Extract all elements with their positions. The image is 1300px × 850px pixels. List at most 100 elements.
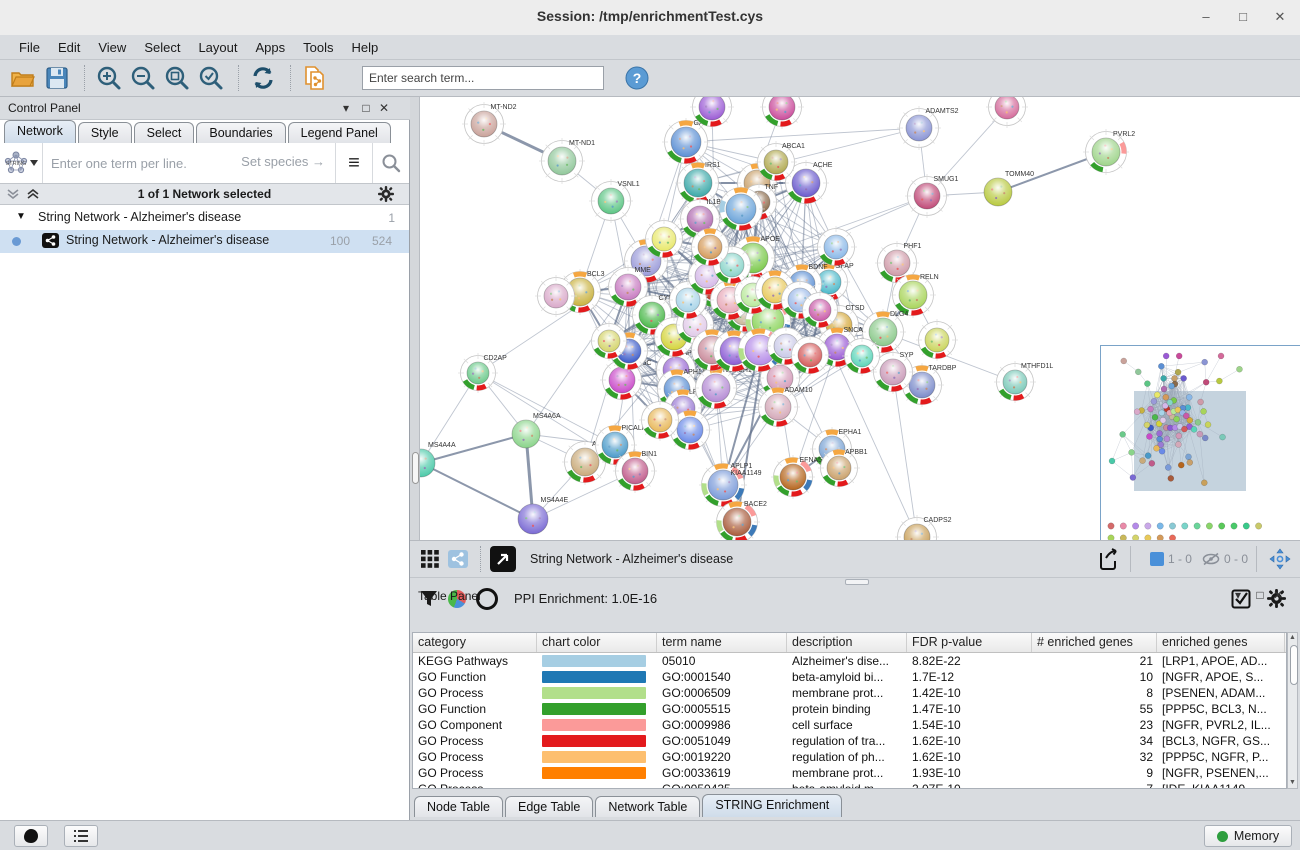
table-vertical-scrollbar[interactable]: ▲ ▼	[1287, 632, 1298, 789]
network-node[interactable]: EFNA5	[771, 455, 822, 499]
navigator-toggle-button[interactable]	[1266, 545, 1294, 573]
column-header-chart-color[interactable]: chart color	[537, 633, 657, 652]
table-row[interactable]: GO ProcessGO:0006509membrane prot...1.42…	[413, 685, 1286, 701]
protein-term-input[interactable]	[43, 155, 223, 172]
tab-network-table[interactable]: Network Table	[595, 796, 700, 817]
network-node[interactable]: MT-ND2	[462, 102, 517, 146]
scrollbar-thumb[interactable]	[1290, 645, 1298, 685]
search-input[interactable]	[362, 66, 604, 90]
table-row[interactable]: GO FunctionGO:0005515protein binding1.47…	[413, 701, 1286, 717]
float-panel-icon[interactable]: ▾	[338, 101, 354, 115]
enrichment-table[interactable]: categorychart colorterm namedescriptionF…	[412, 632, 1287, 789]
close-panel-icon[interactable]: ✕	[1270, 588, 1286, 602]
network-node[interactable]	[842, 336, 882, 376]
undock-panel-icon[interactable]: □	[1252, 588, 1268, 602]
network-collection-row[interactable]: ▼ String Network - Alzheimer's disease 1	[0, 207, 409, 230]
network-node[interactable]: ADAMTS2	[897, 106, 959, 150]
menu-apps[interactable]: Apps	[247, 37, 295, 58]
network-node[interactable]	[916, 319, 958, 361]
string-search-button[interactable]	[372, 143, 409, 183]
network-node[interactable]	[789, 334, 831, 376]
zoom-in-button[interactable]	[94, 63, 124, 93]
gear-icon[interactable]	[378, 186, 394, 202]
column-header-description[interactable]: description	[787, 633, 907, 652]
menu-file[interactable]: File	[10, 37, 49, 58]
undock-panel-icon[interactable]: □	[358, 101, 374, 115]
tab-select[interactable]: Select	[134, 122, 195, 143]
task-history-button[interactable]	[64, 825, 98, 847]
column-header-category[interactable]: category	[413, 633, 537, 652]
table-row[interactable]: GO ProcessGO:0033619membrane prot...1.93…	[413, 765, 1286, 781]
scrollbar-handle[interactable]	[412, 452, 419, 484]
string-protein-query-selector[interactable]: STRING	[0, 143, 43, 183]
grid-view-button[interactable]	[416, 545, 444, 573]
float-panel-icon[interactable]: ▾	[1230, 588, 1246, 602]
tab-network[interactable]: Network	[4, 120, 76, 143]
network-node[interactable]	[689, 226, 731, 268]
column-header-enriched-genes[interactable]: enriched genes	[1157, 633, 1285, 652]
menu-layout[interactable]: Layout	[189, 37, 246, 58]
minimize-button[interactable]: –	[1195, 9, 1217, 27]
network-node[interactable]	[589, 321, 629, 361]
network-node[interactable]: VSNL1	[589, 179, 640, 223]
menu-help[interactable]: Help	[343, 37, 388, 58]
tab-boundaries[interactable]: Boundaries	[196, 122, 285, 143]
tab-node-table[interactable]: Node Table	[414, 796, 503, 817]
network-node[interactable]	[535, 275, 577, 317]
network-node[interactable]: MS4A6A	[512, 413, 561, 448]
scroll-up-arrow[interactable]: ▲	[1288, 633, 1297, 643]
menu-edit[interactable]: Edit	[49, 37, 89, 58]
maximize-button[interactable]: □	[1232, 9, 1254, 27]
network-node[interactable]: CADPS2	[895, 515, 952, 540]
export-network-button[interactable]	[1094, 545, 1122, 573]
column-header-FDR-p-value[interactable]: FDR p-value	[907, 633, 1032, 652]
open-session-button[interactable]	[8, 63, 38, 93]
table-row[interactable]: GO ProcessGO:0050435beta-amyloid m...2.0…	[413, 781, 1286, 789]
column-header-term-name[interactable]: term name	[657, 633, 787, 652]
network-from-file-button[interactable]	[300, 63, 330, 93]
zoom-selected-button[interactable]	[196, 63, 226, 93]
table-row[interactable]: KEGG Pathways05010Alzheimer's dise...8.8…	[413, 653, 1286, 669]
network-node[interactable]: ADAM10	[756, 385, 813, 429]
table-row[interactable]: GO ProcessGO:0051049regulation of tra...…	[413, 733, 1286, 749]
network-node[interactable]	[760, 97, 804, 129]
menu-view[interactable]: View	[89, 37, 135, 58]
memory-button[interactable]: Memory	[1204, 825, 1292, 847]
table-row[interactable]: GO ProcessGO:0019220regulation of ph...1…	[413, 749, 1286, 765]
tab-edge-table[interactable]: Edge Table	[505, 796, 593, 817]
string-view-button[interactable]	[444, 545, 472, 573]
species-hint[interactable]: Set species →	[241, 154, 325, 169]
network-node[interactable]: MT-ND1	[539, 138, 595, 184]
network-node[interactable]: BIN1	[613, 449, 657, 493]
table-row[interactable]: GO FunctionGO:0001540beta-amyloid bi...1…	[413, 669, 1286, 685]
help-button[interactable]: ?	[622, 63, 652, 93]
scroll-down-arrow[interactable]: ▼	[1288, 778, 1297, 788]
zoom-out-button[interactable]	[128, 63, 158, 93]
refresh-button[interactable]	[248, 63, 278, 93]
network-node[interactable]	[800, 290, 840, 330]
close-panel-icon[interactable]: ✕	[376, 101, 392, 115]
automation-status-button[interactable]	[14, 825, 48, 847]
open-in-string-button[interactable]	[490, 546, 516, 572]
string-options-button[interactable]: ≡	[335, 143, 372, 183]
tree-expand-icon[interactable]: ▼	[16, 211, 26, 222]
tab-style[interactable]: Style	[78, 122, 132, 143]
network-node[interactable]	[815, 226, 857, 268]
network-node[interactable]: MTHFD1L	[994, 361, 1053, 403]
close-button[interactable]: ✕	[1269, 9, 1291, 27]
zoom-fit-button[interactable]	[162, 63, 192, 93]
network-node[interactable]: TOMM40	[984, 171, 1034, 206]
network-node[interactable]	[717, 185, 765, 233]
network-node[interactable]: PVRL2	[1083, 129, 1135, 175]
tab-string-enrichment[interactable]: STRING Enrichment	[702, 794, 842, 817]
network-node[interactable]: MS4A4E	[518, 497, 568, 534]
tab-legend-panel[interactable]: Legend Panel	[288, 122, 391, 143]
network-node[interactable]	[639, 399, 681, 441]
network-row[interactable]: String Network - Alzheimer's disease 100…	[0, 230, 409, 253]
menu-select[interactable]: Select	[135, 37, 189, 58]
menu-tools[interactable]: Tools	[294, 37, 342, 58]
network-node[interactable]: SMUG1	[905, 174, 959, 218]
save-session-button[interactable]	[42, 63, 72, 93]
birds-eye-navigator[interactable]	[1100, 345, 1300, 547]
network-node[interactable]	[643, 218, 685, 260]
